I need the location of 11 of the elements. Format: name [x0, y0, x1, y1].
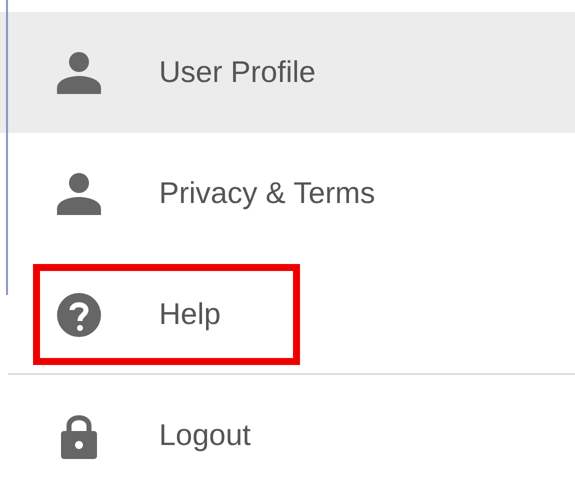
menu-label: Logout: [159, 418, 251, 452]
menu-item[interactable]: User Profile: [0, 12, 575, 133]
help-icon: [57, 292, 101, 336]
menu-item[interactable]: Help: [0, 254, 575, 375]
menu-label: Help: [159, 298, 221, 332]
menu-item[interactable]: Logout: [0, 375, 575, 495]
menu-item[interactable]: Privacy & Terms: [0, 133, 575, 254]
menu-label: Privacy & Terms: [159, 176, 376, 210]
person-icon: [57, 172, 101, 214]
person-icon: [57, 52, 101, 94]
menu-label: User Profile: [159, 56, 316, 90]
